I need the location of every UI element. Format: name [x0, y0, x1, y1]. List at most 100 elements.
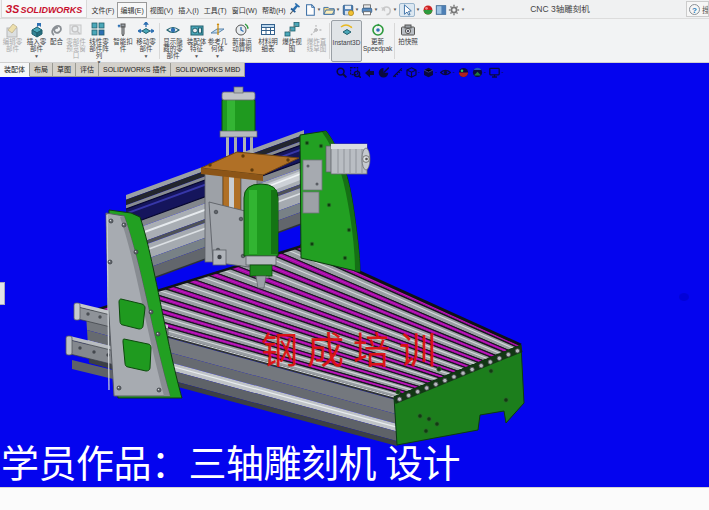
ribbon-button-snapshot-camera[interactable]: 拍快照 — [396, 20, 420, 62]
hide-show-items-icon-dropdown[interactable]: - — [453, 67, 455, 77]
apply-scene-icon[interactable] — [470, 67, 484, 78]
tab-布局[interactable]: 布局 — [30, 63, 53, 77]
previous-view-icon[interactable] — [362, 67, 376, 78]
ribbon-button-linear-pattern[interactable]: 线性零部件阵列▼ — [88, 20, 110, 62]
graphics-viewport[interactable]: 钢成培训 学员作品：三轴雕刻机 设计 — [0, 63, 709, 487]
tab-草图[interactable]: 草图 — [53, 63, 76, 77]
ribbon-button-assembly-features[interactable]: 装配体特征▼ — [186, 20, 207, 62]
ribbon-button-edit-component[interactable]: 编辑零部件 — [2, 20, 23, 62]
solidworks-logo: ЗSSOLIDWORKS — [1, 0, 87, 18]
command-manager-tabs: 装配体布局草图评估SOLIDWORKS 插件SOLIDWORKS MBD — [0, 63, 245, 77]
zoom-area-icon[interactable] — [348, 67, 362, 78]
section-view-icon[interactable] — [376, 67, 390, 78]
ribbon-button-move-component[interactable]: 移动零部件▼ — [135, 20, 157, 62]
ribbon-button-insert-component[interactable]: 插入零部件▼ — [25, 20, 48, 62]
print-icon[interactable] — [361, 4, 373, 16]
view-settings-icon-dropdown[interactable]: - — [501, 67, 503, 77]
undo-icon[interactable] — [380, 4, 392, 16]
smart-fasteners-icon — [112, 23, 134, 38]
select-cursor-icon-dropdown[interactable]: ▼ — [415, 3, 421, 17]
exploded-view-icon — [281, 23, 303, 38]
tab-装配体[interactable]: 装配体 — [0, 63, 30, 77]
help-search-box[interactable]: ? 搜 — [686, 1, 709, 17]
ribbon-separator — [394, 23, 395, 59]
ribbon-dropdown-caret[interactable]: ▼ — [135, 54, 157, 58]
menu-item-2[interactable]: 编辑(E) — [117, 2, 146, 18]
menu-item-3[interactable]: 视图(V) — [148, 3, 175, 17]
print-icon-dropdown[interactable]: ▼ — [373, 3, 379, 17]
z-stepper-motor — [220, 87, 257, 156]
tab-SOLIDWORKS MBD[interactable]: SOLIDWORKS MBD — [171, 63, 245, 77]
ribbon-button-instant3d[interactable]: Instant3D — [331, 20, 362, 62]
open-icon[interactable] — [323, 4, 335, 16]
ribbon-button-label: 新建运动算例 — [230, 39, 254, 53]
menu-item-6[interactable]: 窗口(W) — [230, 3, 259, 17]
select-cursor-icon[interactable] — [399, 3, 415, 17]
open-icon-dropdown[interactable]: ▼ — [335, 3, 341, 17]
reference-geometry-icon — [207, 23, 228, 38]
appearance-ball-icon[interactable] — [422, 4, 434, 16]
motion-study-icon — [230, 23, 254, 38]
help-icon[interactable]: ? — [689, 4, 700, 15]
ribbon-dropdown-caret[interactable]: ▼ — [186, 54, 207, 58]
edit-component-icon — [2, 23, 23, 38]
tab-评估[interactable]: 评估 — [76, 63, 99, 77]
window-title: CNC 3轴雕刻机 — [470, 0, 650, 19]
menu-item-5[interactable]: 工具(T) — [202, 3, 229, 17]
ribbon-button-update-speedpak[interactable]: 更新Speedpak — [363, 20, 392, 62]
view-orientation-icon[interactable] — [404, 67, 418, 78]
menu-item-7[interactable]: 帮助(H) — [260, 3, 288, 17]
search-hint: 搜 — [702, 4, 709, 15]
ribbon-button-label: 拍快照 — [396, 39, 420, 46]
ribbon-dropdown-caret[interactable]: ▼ — [25, 54, 48, 58]
show-hidden-icon — [161, 23, 185, 38]
pin-icon[interactable] — [288, 3, 300, 16]
quick-access-toolbar: ▼ ▼ ▼ ▼ ▼ ▼ ▼ — [303, 1, 466, 18]
ribbon-button-motion-study[interactable]: 新建运动算例 — [230, 20, 254, 62]
tab-SOLIDWORKS 插件[interactable]: SOLIDWORKS 插件 — [99, 63, 171, 77]
ribbon-button-explode-sketch[interactable]: 爆炸直线草图 — [305, 20, 328, 62]
view-orientation-icon-dropdown[interactable]: - — [418, 67, 420, 77]
new-document-icon[interactable] — [304, 4, 316, 16]
ribbon-button-exploded-view[interactable]: 爆炸视图 — [281, 20, 303, 62]
ribbon-button-smart-fasteners[interactable]: 智能扣件 — [112, 20, 134, 62]
new-document-icon-dropdown[interactable]: ▼ — [316, 3, 322, 17]
ribbon-button-label: Instant3D — [332, 40, 361, 47]
zoom-fit-icon[interactable] — [334, 67, 348, 78]
ribbon-button-show-hidden[interactable]: 显示隐藏的零部件 — [161, 20, 185, 62]
logo-text: SOLIDWORKS — [20, 5, 82, 15]
menu-item-4[interactable]: 插入(I) — [176, 3, 201, 17]
ribbon-button-label: 更新Speedpak — [363, 39, 392, 53]
save-icon-dropdown[interactable]: ▼ — [354, 3, 360, 17]
move-component-icon — [135, 23, 157, 38]
ribbon-button-mate[interactable]: 配合 — [48, 20, 65, 62]
menu-items: 文件(F)编辑(E)视图(V)插入(I)工具(T)窗口(W)帮助(H) — [89, 0, 288, 19]
display-style-icon[interactable] — [421, 67, 435, 78]
feature-panel-collapsed-handle[interactable] — [0, 282, 5, 305]
options-gear-icon[interactable] — [448, 4, 460, 16]
ribbon-button-label: 插入零部件 — [25, 39, 48, 53]
ribbon-separator — [159, 23, 160, 59]
measure-icon[interactable] — [390, 67, 404, 78]
apply-scene-icon-dropdown[interactable]: - — [484, 67, 486, 77]
edit-appearance-icon[interactable] — [456, 67, 470, 78]
hide-show-items-icon[interactable] — [439, 67, 453, 78]
caption-text: 学员作品：三轴雕刻机 设计 — [1, 445, 460, 483]
task-pane-icon[interactable] — [435, 4, 447, 16]
ribbon-dropdown-caret[interactable]: ▼ — [207, 54, 228, 58]
ribbon-button-label: 显示隐藏的零部件 — [161, 39, 185, 59]
options-gear-icon-dropdown[interactable]: ▼ — [460, 3, 466, 17]
ribbon-button-reference-geometry[interactable]: 参考几何体▼ — [207, 20, 228, 62]
view-settings-icon[interactable] — [487, 67, 501, 78]
assembly-features-icon — [186, 23, 207, 38]
ribbon-button-preview-window[interactable]: 零部件预览窗口 — [65, 20, 87, 62]
ribbon-button-label: 材料明细表 — [257, 39, 279, 53]
display-style-icon-dropdown[interactable]: - — [435, 67, 437, 77]
ribbon-button-label: 线性零部件阵列 — [88, 39, 110, 59]
undo-icon-dropdown[interactable]: ▼ — [392, 3, 398, 17]
watermark-text: 钢成培训 — [261, 333, 445, 370]
ribbon-button-bom-table[interactable]: 材料明细表 — [257, 20, 279, 62]
menu-bar: ЗSSOLIDWORKS 文件(F)编辑(E)视图(V)插入(I)工具(T)窗口… — [0, 0, 709, 19]
menu-item-1[interactable]: 文件(F) — [90, 3, 117, 17]
save-icon[interactable] — [342, 4, 354, 16]
